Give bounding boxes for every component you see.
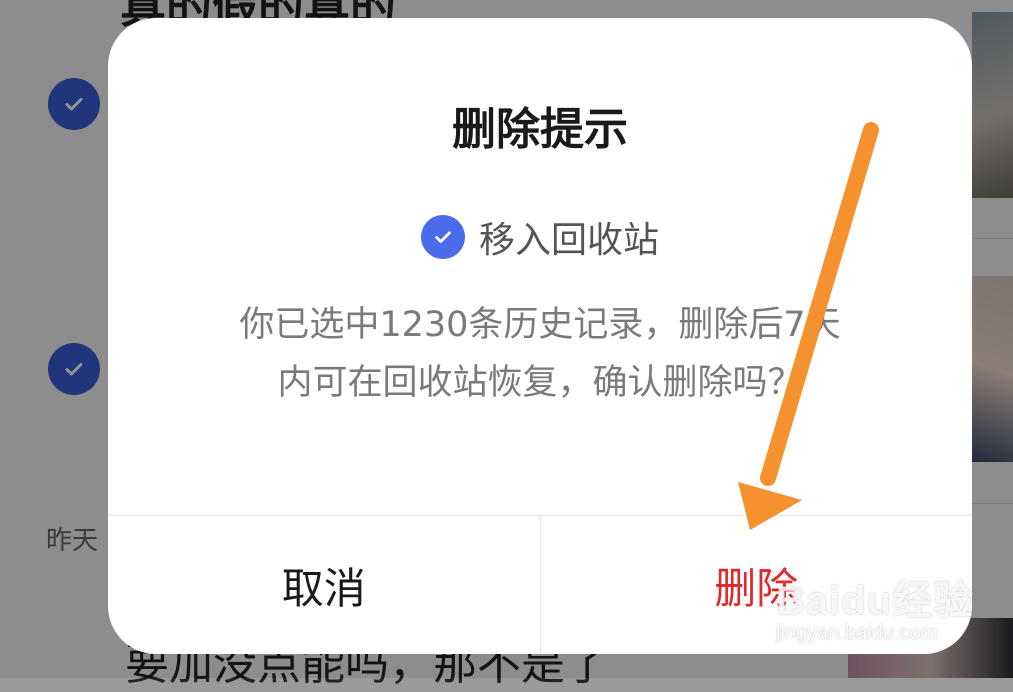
watermark-brand: Baidu经验 [776,579,975,623]
baidu-jingyan-watermark: Baidu经验 jingyan.baidu.com [776,568,974,645]
